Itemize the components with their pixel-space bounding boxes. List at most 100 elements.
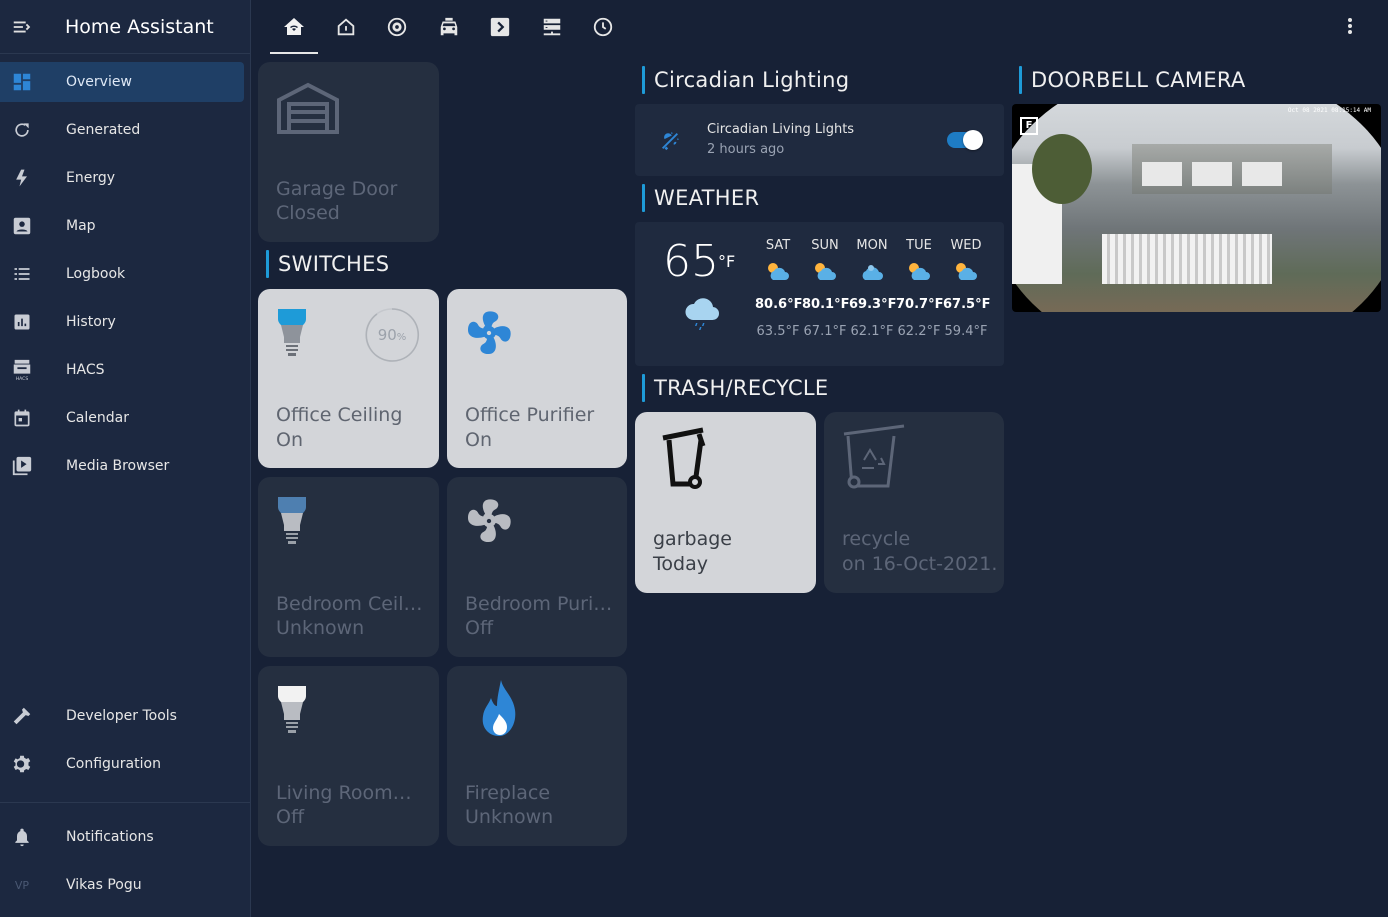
top-bar xyxy=(251,0,1388,54)
sidebar-item-map[interactable]: Map xyxy=(0,206,251,246)
forecast-day: SUN 80.1°F 67.1°F xyxy=(802,238,850,339)
tile-name: Bedroom Purif... xyxy=(465,593,615,615)
tile-name: Office Ceiling xyxy=(276,404,403,426)
garage-door-tile[interactable]: Garage Door Closed xyxy=(258,62,439,242)
tab-car[interactable] xyxy=(425,0,473,54)
sidebar-header: Home Assistant xyxy=(0,0,250,54)
play-box-icon xyxy=(12,456,32,476)
camera-timestamp: Oct 08 2021 08:15:14 AM xyxy=(1287,107,1371,114)
bulb-icon xyxy=(278,686,306,733)
fireplace-tile[interactable]: Fireplace Unknown xyxy=(447,666,627,846)
tile-name: recycle xyxy=(842,528,911,550)
hacs-icon: HACS xyxy=(13,359,31,382)
circadian-entity-name: Circadian Living Lights xyxy=(707,122,855,137)
map-account-icon xyxy=(13,217,31,235)
tile-state: On xyxy=(276,429,303,451)
home-outline-icon xyxy=(337,18,355,36)
fan-icon xyxy=(467,311,511,355)
office-ceiling-tile[interactable]: 90% Office Ceiling On xyxy=(258,289,439,468)
home-wifi-icon xyxy=(284,18,304,35)
partly-cloudy-icon xyxy=(909,263,930,280)
menu-toggle-button[interactable] xyxy=(0,0,44,54)
trash-title: TRASH/RECYCLE xyxy=(642,374,829,402)
bulb-icon xyxy=(278,497,306,544)
tab-vacuum[interactable] xyxy=(373,0,421,54)
weather-card[interactable]: 65 °F SAT 80.6°F 63.5°F SUN 80.1°F 67.1°… xyxy=(635,222,1004,366)
app-title: Home Assistant xyxy=(65,15,214,38)
sidebar-item-generated[interactable]: Generated xyxy=(0,110,251,150)
brightness-unit: % xyxy=(396,332,407,343)
sidebar-item-label: Configuration xyxy=(66,756,161,772)
sidebar-item-energy[interactable]: Energy xyxy=(0,158,251,198)
circadian-last-changed: 2 hours ago xyxy=(707,142,785,157)
tab-home-wifi[interactable] xyxy=(270,0,318,54)
sidebar-item-calendar[interactable]: Calendar xyxy=(0,398,251,438)
bell-icon xyxy=(15,828,29,847)
gear-icon xyxy=(13,755,31,773)
sidebar-item-notifications[interactable]: Notifications xyxy=(0,817,251,857)
tab-chevron[interactable] xyxy=(476,0,524,54)
tile-state: on 16-Oct-2021. xyxy=(842,553,998,575)
dots-vertical-icon xyxy=(1348,18,1352,34)
tile-name: garbage xyxy=(653,528,732,550)
chart-box-icon xyxy=(14,314,30,330)
sun-wireless-icon xyxy=(662,131,680,151)
sidebar-item-configuration[interactable]: Configuration xyxy=(0,744,251,784)
office-purifier-tile[interactable]: Office Purifier On xyxy=(447,289,627,468)
doorbell-camera-feed[interactable]: F Oct 08 2021 08:15:14 AM xyxy=(1012,104,1381,312)
partly-cloudy-icon xyxy=(956,263,977,280)
sidebar-item-history[interactable]: History xyxy=(0,302,251,342)
bedroom-purifier-tile[interactable]: Bedroom Purif... Off xyxy=(447,477,627,657)
bedroom-ceiling-tile[interactable]: Bedroom Ceili... Unknown xyxy=(258,477,439,657)
sidebar-item-label: Map xyxy=(66,218,96,234)
fire-icon xyxy=(482,680,516,736)
partly-cloudy-icon xyxy=(815,263,836,280)
sidebar-item-media-browser[interactable]: Media Browser xyxy=(0,446,251,486)
tab-clock[interactable] xyxy=(579,0,627,54)
circadian-toggle[interactable] xyxy=(947,130,987,150)
living-room-tile[interactable]: Living Room ... Off xyxy=(258,666,439,846)
sidebar-item-profile[interactable]: VP Vikas Pogu xyxy=(0,865,251,905)
sidebar-item-label: History xyxy=(66,314,116,330)
sidebar-item-label: Media Browser xyxy=(66,458,170,474)
circadian-card: Circadian Living Lights 2 hours ago xyxy=(635,104,1004,176)
weather-title: WEATHER xyxy=(642,184,759,212)
tile-name: Bedroom Ceili... xyxy=(276,593,426,615)
tab-home[interactable] xyxy=(322,0,370,54)
tile-state: Off xyxy=(465,617,494,639)
calendar-icon xyxy=(14,409,30,427)
switches-title: SWITCHES xyxy=(266,250,389,278)
tile-name: Fireplace xyxy=(465,782,551,804)
bulb-icon xyxy=(278,309,306,356)
recycle-tile[interactable]: recycle on 16-Oct-2021. xyxy=(824,412,1004,593)
garage-door-name: Garage Door xyxy=(276,178,398,200)
sidebar: Home Assistant Overview Generated Energy… xyxy=(0,0,251,917)
cloudy-icon xyxy=(862,265,883,280)
more-options-button[interactable] xyxy=(1338,14,1362,38)
forecast-day: MON 69.3°F 62.1°F xyxy=(849,238,897,339)
refresh-icon xyxy=(15,123,29,137)
menu-open-icon xyxy=(13,21,31,32)
garage-icon xyxy=(277,82,339,134)
sidebar-item-label: HACS xyxy=(66,362,105,378)
sidebar-item-overview[interactable]: Overview xyxy=(0,62,244,102)
current-temp: 65 xyxy=(663,236,719,287)
partly-cloudy-icon xyxy=(768,263,789,280)
sidebar-item-hacs[interactable]: HACS HACS xyxy=(0,350,251,390)
robot-vacuum-icon xyxy=(387,17,407,37)
list-icon xyxy=(14,268,30,280)
server-icon xyxy=(543,18,561,36)
sidebar-item-label: Notifications xyxy=(66,829,154,845)
garbage-tile[interactable]: garbage Today xyxy=(635,412,816,593)
tab-server[interactable] xyxy=(528,0,576,54)
car-icon xyxy=(440,17,458,36)
temp-unit: °F xyxy=(718,252,736,271)
sidebar-item-label: Generated xyxy=(66,122,141,138)
sidebar-item-logbook[interactable]: Logbook xyxy=(0,254,251,294)
sidebar-item-label: Energy xyxy=(66,170,116,186)
tile-name: Living Room ... xyxy=(276,782,416,804)
sidebar-item-developer-tools[interactable]: Developer Tools xyxy=(0,696,251,736)
tile-state: Off xyxy=(276,806,305,828)
svg-text:HACS: HACS xyxy=(16,376,29,382)
sidebar-divider xyxy=(0,802,251,803)
